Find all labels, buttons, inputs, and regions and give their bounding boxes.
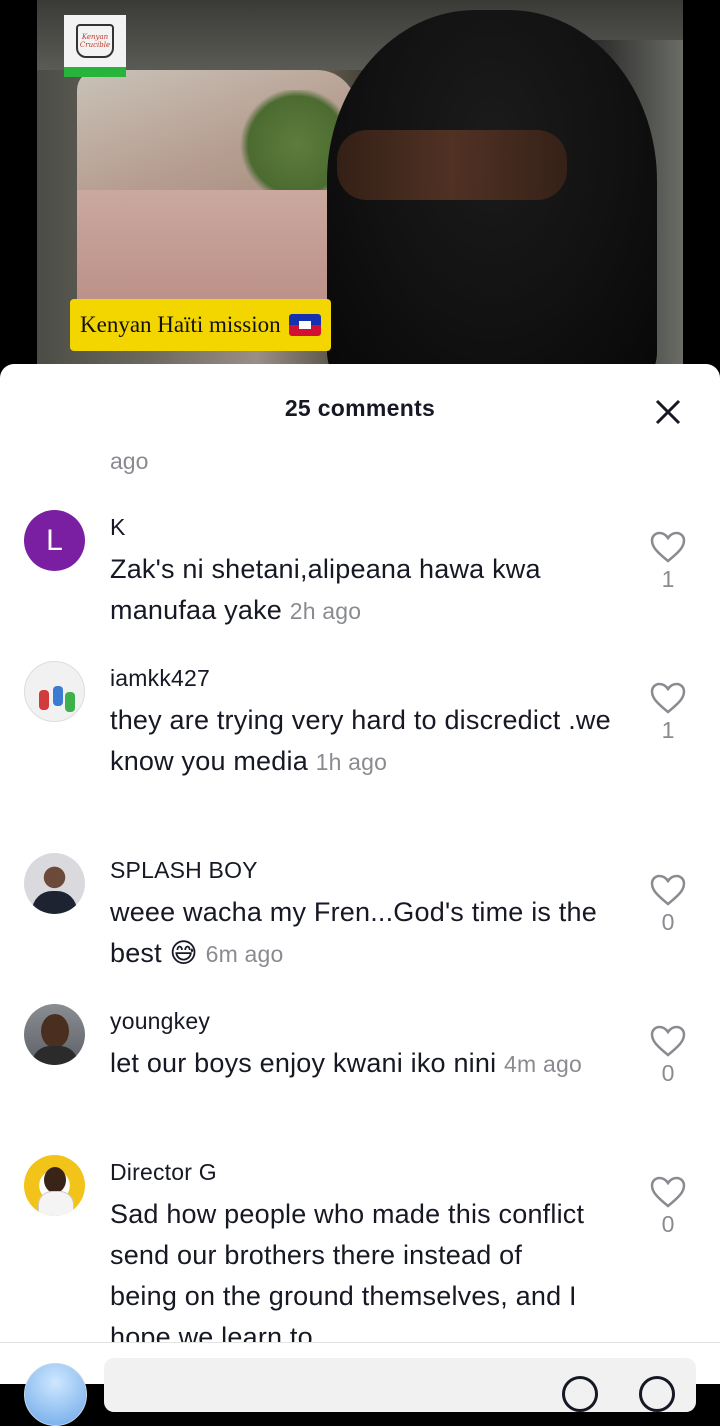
video-player[interactable]: Kenyan Crucible Kenyan Haïti mission: [37, 0, 683, 372]
avatar[interactable]: [24, 1155, 85, 1216]
like-count: 1: [661, 566, 675, 592]
video-subject: [337, 130, 567, 200]
comment-text: let our boys enjoy kwani iko nini: [110, 1048, 497, 1078]
comment-username[interactable]: iamkk427: [110, 665, 210, 692]
comment-body: weee wacha my Fren...God's time is the b…: [110, 892, 620, 975]
heart-icon: [650, 874, 686, 906]
video-background: [77, 70, 357, 310]
heart-icon: [650, 1176, 686, 1208]
comment-timestamp: 1h ago: [315, 749, 388, 775]
channel-logo-text: Kenyan Crucible: [76, 24, 114, 58]
comment-text: Sad how people who made this conflict se…: [110, 1199, 585, 1352]
like-button[interactable]: 1: [647, 530, 689, 593]
avatar[interactable]: [24, 853, 85, 914]
comment-timestamp: ago: [110, 448, 149, 474]
comments-sheet: 25 comments ago L K Zak's ni shetani,ali…: [0, 364, 720, 1383]
video-caption: Kenyan Haïti mission: [70, 299, 331, 351]
comment-timestamp: 2h ago: [289, 598, 362, 624]
close-button[interactable]: [653, 397, 683, 427]
video-background: [77, 190, 357, 310]
comment-username[interactable]: Director G: [110, 1159, 217, 1186]
heart-icon: [650, 682, 686, 714]
like-count: 0: [661, 909, 675, 935]
avatar[interactable]: L: [24, 510, 85, 571]
avatar[interactable]: [24, 661, 85, 722]
comment-timestamp: 6m ago: [205, 941, 284, 967]
comment-body: Sad how people who made this conflict se…: [110, 1194, 590, 1358]
heart-icon: [650, 531, 686, 563]
comment-input[interactable]: [104, 1358, 696, 1412]
avatar[interactable]: [24, 1004, 85, 1065]
like-button[interactable]: 1: [647, 681, 689, 744]
close-icon: [655, 399, 681, 425]
like-count: 1: [661, 717, 675, 743]
like-count: 0: [661, 1211, 675, 1237]
heart-icon: [650, 1025, 686, 1057]
comment-username[interactable]: youngkey: [110, 1008, 210, 1035]
comment-username[interactable]: SPLASH BOY: [110, 857, 258, 884]
comment-body: they are trying very hard to discredict …: [110, 700, 620, 783]
video-caption-text: Kenyan Haïti mission: [80, 312, 281, 337]
comments-header: 25 comments: [0, 364, 720, 454]
comment-body: Zak's ni shetani,alipeana hawa kwa manuf…: [110, 549, 620, 632]
like-button[interactable]: 0: [647, 1175, 689, 1238]
avatar-letter: L: [46, 523, 63, 557]
comment-count: 25 comments: [284, 395, 436, 421]
self-avatar: [24, 1363, 87, 1426]
like-count: 0: [661, 1060, 675, 1086]
haiti-flag-icon: [288, 314, 321, 336]
comment-input-bar: [0, 1342, 720, 1426]
emoji-icon[interactable]: [639, 1376, 675, 1412]
like-button[interactable]: 0: [647, 873, 689, 936]
comment-text: weee wacha my Fren...God's time is the b…: [110, 897, 597, 968]
comment-username[interactable]: K: [110, 514, 126, 541]
comment-body: let our boys enjoy kwani iko nini 4m ago: [110, 1043, 620, 1085]
mention-icon[interactable]: [562, 1376, 598, 1412]
channel-logo: Kenyan Crucible: [64, 15, 126, 77]
comment-timestamp: 4m ago: [504, 1051, 582, 1077]
like-button[interactable]: 0: [647, 1024, 689, 1087]
